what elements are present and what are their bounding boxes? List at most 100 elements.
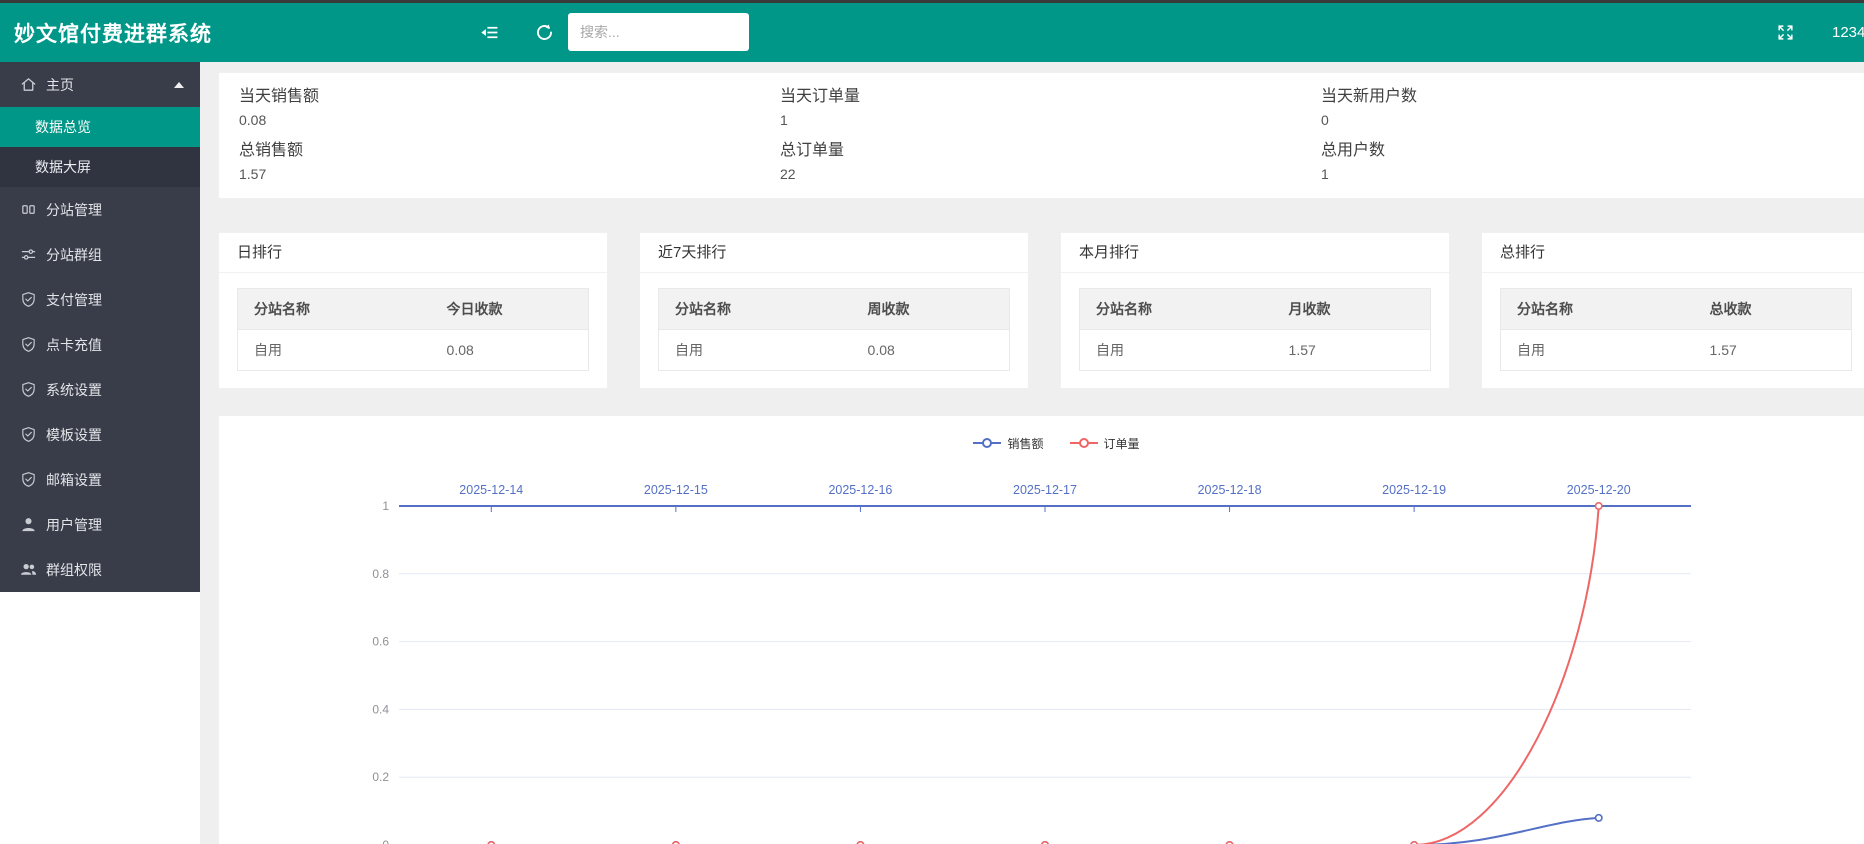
sidebar-item-label: 群组权限 — [46, 560, 102, 580]
stat-label: 当天订单量 — [780, 86, 1321, 108]
main-content: 当天销售额0.08当天订单量1当天新用户数0总销售额1.57总订单量22总用户数… — [200, 62, 1864, 844]
sidebar-item-label: 主页 — [46, 75, 74, 95]
legend-marker-icon — [1070, 436, 1098, 450]
svg-text:0.2: 0.2 — [372, 770, 389, 784]
sidebar-item-label: 分站管理 — [46, 200, 102, 220]
chart-legend: 销售额 订单量 — [219, 416, 1864, 450]
stat-value: 1 — [1321, 164, 1862, 184]
sidebar-item-label: 系统设置 — [46, 380, 102, 400]
svg-text:2025-12-18: 2025-12-18 — [1198, 483, 1262, 497]
legend-label: 销售额 — [1007, 435, 1043, 452]
svg-text:2025-12-16: 2025-12-16 — [828, 483, 892, 497]
ranking-cards-row: 日排行分站名称今日收款自用0.08近7天排行分站名称周收款自用0.08本月排行分… — [218, 232, 1864, 389]
stat-label: 当天新用户数 — [1321, 86, 1862, 108]
stats-card: 当天销售额0.08当天订单量1当天新用户数0总销售额1.57总订单量22总用户数… — [218, 72, 1864, 199]
sidebar-item-3[interactable]: 支付管理 — [0, 277, 200, 322]
legend-item-订单量[interactable]: 订单量 — [1070, 435, 1140, 452]
shield-icon — [20, 426, 37, 443]
sidebar-item-label: 邮箱设置 — [46, 470, 102, 490]
ranking-table: 分站名称周收款自用0.08 — [658, 288, 1010, 371]
sidebar-item-label: 点卡充值 — [46, 335, 102, 355]
sidebar-item-label: 模板设置 — [46, 425, 102, 445]
table-row: 自用1.57 — [1501, 330, 1852, 371]
stat-cell: 当天新用户数0 — [1321, 86, 1862, 130]
sidebar-item-7[interactable]: 邮箱设置 — [0, 457, 200, 502]
sidebar-item-label: 用户管理 — [46, 515, 102, 535]
sidebar-menu: 主页数据总览数据大屏分站管理分站群组支付管理点卡充值系统设置模板设置邮箱设置用户… — [0, 62, 200, 592]
shield-icon — [20, 381, 37, 398]
sidebar-subitem-label: 数据大屏 — [35, 157, 91, 177]
stats-grid: 当天销售额0.08当天订单量1当天新用户数0总销售额1.57总订单量22总用户数… — [239, 86, 1858, 184]
ranking-card-title: 总排行 — [1482, 233, 1864, 273]
app-icon — [20, 201, 37, 218]
ranking-card: 日排行分站名称今日收款自用0.08 — [218, 232, 608, 389]
svg-text:1: 1 — [382, 499, 389, 513]
sidebar-item-0[interactable]: 主页 — [0, 62, 200, 107]
stat-cell: 总销售额1.57 — [239, 140, 780, 184]
user-icon — [20, 516, 37, 533]
sliders-icon — [20, 246, 37, 263]
chart-card: 销售额订单量 00.20.40.60.812025-12-142025-12-1… — [218, 415, 1864, 844]
svg-text:2025-12-20: 2025-12-20 — [1567, 483, 1631, 497]
sidebar: 主页数据总览数据大屏分站管理分站群组支付管理点卡充值系统设置模板设置邮箱设置用户… — [0, 62, 200, 844]
search-input[interactable] — [568, 13, 749, 51]
ranking-card-title: 近7天排行 — [640, 233, 1028, 273]
stat-value: 1 — [780, 110, 1321, 130]
sidebar-item-1[interactable]: 分站管理 — [0, 187, 200, 232]
stat-label: 总销售额 — [239, 140, 780, 162]
sidebar-item-8[interactable]: 用户管理 — [0, 502, 200, 547]
stat-value: 0 — [1321, 110, 1862, 130]
search-box — [568, 13, 749, 51]
line-chart: 00.20.40.60.812025-12-142025-12-152025-1… — [219, 456, 1864, 844]
app-title: 妙文馆付费进群系统 — [0, 18, 300, 48]
sidebar-item-9[interactable]: 群组权限 — [0, 547, 200, 592]
ranking-card: 近7天排行分站名称周收款自用0.08 — [639, 232, 1029, 389]
chevron-up-icon — [174, 82, 184, 88]
fullscreen-icon[interactable] — [1772, 20, 1798, 46]
legend-label: 订单量 — [1104, 435, 1140, 452]
sidebar-item-label: 分站群组 — [46, 245, 102, 265]
stat-label: 总用户数 — [1321, 140, 1862, 162]
svg-text:0.4: 0.4 — [372, 702, 389, 716]
ranking-table: 分站名称月收款自用1.57 — [1079, 288, 1431, 371]
svg-text:2025-12-17: 2025-12-17 — [1013, 483, 1077, 497]
stat-value: 1.57 — [239, 164, 780, 184]
sidebar-item-label: 支付管理 — [46, 290, 102, 310]
top-header: 妙文馆付费进群系统 12345 — [0, 3, 1864, 62]
stat-cell: 总用户数1 — [1321, 140, 1862, 184]
svg-text:0: 0 — [382, 838, 389, 844]
collapse-menu-icon[interactable] — [476, 20, 502, 46]
users-icon — [20, 561, 37, 578]
stat-label: 当天销售额 — [239, 86, 780, 108]
sidebar-item-4[interactable]: 点卡充值 — [0, 322, 200, 367]
svg-text:2025-12-19: 2025-12-19 — [1382, 483, 1446, 497]
stat-cell: 当天销售额0.08 — [239, 86, 780, 130]
sidebar-item-5[interactable]: 系统设置 — [0, 367, 200, 412]
home-icon — [20, 76, 37, 93]
table-row: 自用1.57 — [1080, 330, 1431, 371]
username[interactable]: 12345 — [1832, 24, 1864, 41]
shield-icon — [20, 471, 37, 488]
table-row: 自用0.08 — [659, 330, 1010, 371]
ranking-card: 总排行分站名称总收款自用1.57 — [1481, 232, 1864, 389]
sidebar-subitem[interactable]: 数据总览 — [0, 107, 200, 147]
svg-text:0.6: 0.6 — [372, 635, 389, 649]
refresh-icon[interactable] — [531, 20, 557, 46]
sidebar-item-6[interactable]: 模板设置 — [0, 412, 200, 457]
ranking-table: 分站名称今日收款自用0.08 — [237, 288, 589, 371]
sidebar-subitem-label: 数据总览 — [35, 117, 91, 137]
sidebar-item-2[interactable]: 分站群组 — [0, 232, 200, 277]
sidebar-subitem[interactable]: 数据大屏 — [0, 147, 200, 187]
ranking-card-title: 本月排行 — [1061, 233, 1449, 273]
sidebar-submenu: 数据总览数据大屏 — [0, 107, 200, 187]
legend-marker-icon — [973, 436, 1001, 450]
svg-text:2025-12-15: 2025-12-15 — [644, 483, 708, 497]
stat-label: 总订单量 — [780, 140, 1321, 162]
legend-item-销售额[interactable]: 销售额 — [973, 435, 1043, 452]
stat-value: 22 — [780, 164, 1321, 184]
stat-cell: 总订单量22 — [780, 140, 1321, 184]
stat-value: 0.08 — [239, 110, 780, 130]
svg-text:0.8: 0.8 — [372, 567, 389, 581]
shield-icon — [20, 291, 37, 308]
ranking-table: 分站名称总收款自用1.57 — [1500, 288, 1852, 371]
